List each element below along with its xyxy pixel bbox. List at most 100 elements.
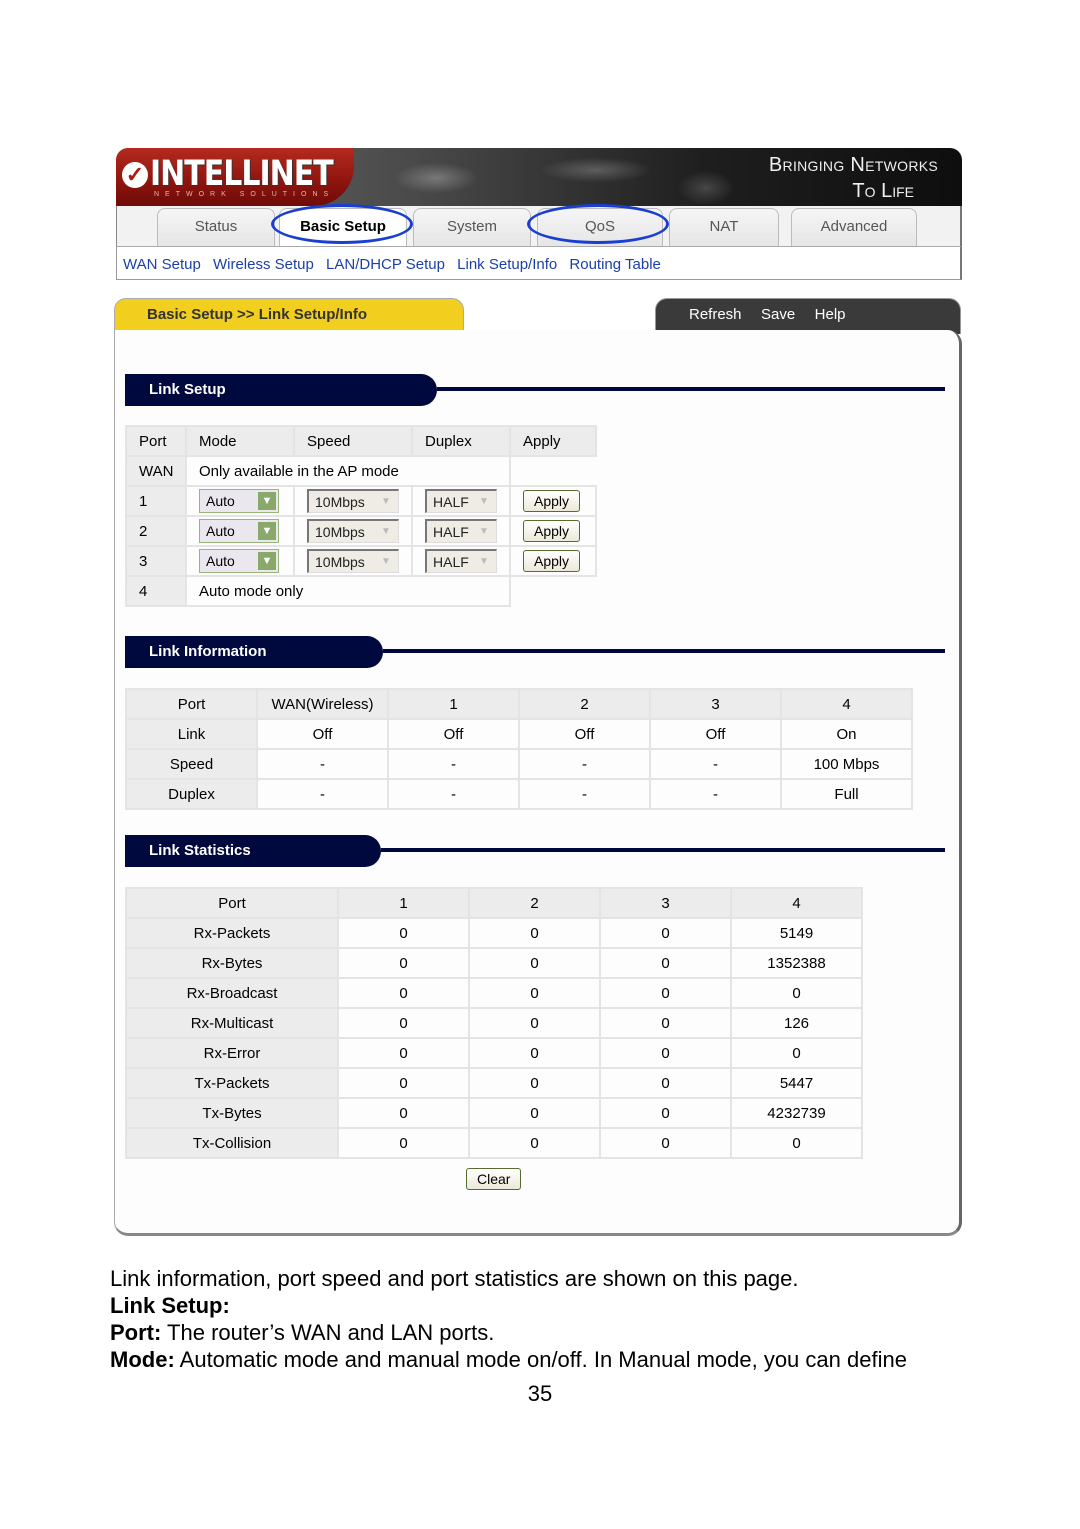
- mode-select[interactable]: Auto ▼: [199, 519, 279, 543]
- tagline-line2: To Life: [852, 180, 914, 202]
- subnav-routing-table[interactable]: Routing Table: [569, 256, 660, 273]
- subnav-wireless-setup[interactable]: Wireless Setup: [213, 256, 314, 273]
- note-cell: Auto mode only: [185, 575, 511, 607]
- mode-select[interactable]: Auto ▼: [199, 489, 279, 513]
- value-cell: Off: [256, 718, 389, 750]
- intro-paragraph: Link information, port speed and port st…: [110, 1266, 799, 1291]
- section-title: Link Information: [125, 636, 383, 668]
- value-cell: Off: [387, 718, 520, 750]
- subnav-wan-setup[interactable]: WAN Setup: [123, 256, 201, 273]
- speed-value: 10Mbps: [315, 494, 365, 510]
- apply-button[interactable]: Apply: [523, 490, 581, 512]
- tab-system[interactable]: System: [413, 208, 531, 246]
- logo: ✓ INTELLINET NETWORK SOLUTIONS: [116, 148, 354, 206]
- mode-description: Mode: Automatic mode and manual mode on/…: [110, 1347, 907, 1373]
- value-cell: 5447: [730, 1067, 863, 1099]
- value-cell: 0: [599, 1127, 732, 1159]
- save-button[interactable]: Save: [761, 306, 795, 323]
- apply-button[interactable]: Apply: [523, 520, 581, 542]
- value-cell: -: [649, 748, 782, 780]
- tab-advanced[interactable]: Advanced: [791, 208, 917, 246]
- duplex-value: HALF: [433, 554, 469, 570]
- value-cell: 0: [337, 1127, 470, 1159]
- header-cell: 2: [468, 887, 601, 919]
- value-cell: -: [518, 748, 651, 780]
- table-row: Link Off Off Off Off On: [125, 718, 913, 750]
- mode-select[interactable]: Auto ▼: [199, 549, 279, 573]
- chevron-down-icon: ▼: [479, 526, 489, 537]
- value-cell: 0: [468, 1127, 601, 1159]
- header-apply: Apply: [509, 425, 597, 457]
- chevron-down-icon: ▼: [381, 496, 391, 507]
- tab-nat[interactable]: NAT: [669, 208, 779, 246]
- value-cell: -: [387, 748, 520, 780]
- value-cell: 0: [337, 917, 470, 949]
- section-heading: Link Setup:: [110, 1293, 230, 1319]
- table-row: Rx-Bytes 0 0 0 1352388: [125, 947, 863, 979]
- value-cell: Full: [780, 778, 913, 810]
- help-button[interactable]: Help: [815, 306, 846, 323]
- speed-value: 10Mbps: [315, 524, 365, 540]
- mode-value: Auto: [206, 523, 235, 539]
- world-map-graphic: [346, 148, 786, 206]
- table-row: Rx-Multicast 0 0 0 126: [125, 1007, 863, 1039]
- refresh-button[interactable]: Refresh: [689, 306, 742, 323]
- value-cell: 5149: [730, 917, 863, 949]
- clear-button[interactable]: Clear: [466, 1168, 522, 1190]
- chevron-down-icon: ▼: [258, 492, 276, 510]
- tab-basic-setup[interactable]: Basic Setup: [279, 208, 407, 246]
- table-row: Tx-Bytes 0 0 0 4232739: [125, 1097, 863, 1129]
- header-cell: 3: [649, 688, 782, 720]
- term-port: Port:: [110, 1320, 162, 1345]
- header-cell: 4: [780, 688, 913, 720]
- table-row: 2 Auto ▼ 10Mbps ▼ HALF ▼ Apply: [125, 515, 597, 547]
- header-banner: ✓ INTELLINET NETWORK SOLUTIONS Bringing …: [116, 148, 962, 206]
- header-cell: 1: [387, 688, 520, 720]
- header-cell: WAN(Wireless): [256, 688, 389, 720]
- row-label: Link: [125, 718, 258, 750]
- value-cell: 0: [337, 1097, 470, 1129]
- chevron-down-icon: ▼: [381, 526, 391, 537]
- tab-status[interactable]: Status: [157, 208, 275, 246]
- row-label: Rx-Packets: [125, 917, 339, 949]
- duplex-select: HALF ▼: [425, 519, 497, 543]
- value-cell: 0: [337, 1067, 470, 1099]
- row-label: Tx-Packets: [125, 1067, 339, 1099]
- value-cell: 0: [599, 1037, 732, 1069]
- subnav-lan-dhcp-setup[interactable]: LAN/DHCP Setup: [326, 256, 445, 273]
- table-header-row: Port WAN(Wireless) 1 2 3 4: [125, 688, 913, 720]
- value-cell: -: [256, 748, 389, 780]
- empty-cell: [510, 456, 596, 486]
- table-row: Tx-Packets 0 0 0 5447: [125, 1067, 863, 1099]
- chevron-down-icon: ▼: [258, 552, 276, 570]
- chevron-down-icon: ▼: [258, 522, 276, 540]
- value-cell: 0: [599, 917, 732, 949]
- value-cell: 0: [337, 1037, 470, 1069]
- duplex-value: HALF: [433, 494, 469, 510]
- speed-select: 10Mbps ▼: [307, 519, 399, 543]
- link-information-table: Port WAN(Wireless) 1 2 3 4 Link Off Off Off Off On S…: [125, 688, 913, 810]
- chevron-down-icon: ▼: [479, 556, 489, 567]
- breadcrumb: Basic Setup >> Link Setup/Info: [114, 298, 464, 334]
- value-cell: -: [256, 778, 389, 810]
- empty-cell: [510, 576, 596, 606]
- value-cell: 0: [599, 1007, 732, 1039]
- note-cell: Only available in the AP mode: [185, 455, 511, 487]
- tab-qos[interactable]: QoS: [537, 208, 663, 246]
- section-header-link-setup: Link Setup: [125, 374, 945, 406]
- row-label: Duplex: [125, 778, 258, 810]
- header-cell: Port: [125, 688, 258, 720]
- checkmark-icon: ✓: [122, 162, 148, 188]
- header-cell: 1: [337, 887, 470, 919]
- action-bar: Refresh Save Help: [655, 298, 961, 334]
- value-cell: 0: [599, 1097, 732, 1129]
- header-cell: 3: [599, 887, 732, 919]
- table-row: Tx-Collision 0 0 0 0: [125, 1127, 863, 1159]
- apply-button[interactable]: Apply: [523, 550, 581, 572]
- table-row: 3 Auto ▼ 10Mbps ▼ HALF ▼ Apply: [125, 545, 597, 577]
- row-label: Rx-Multicast: [125, 1007, 339, 1039]
- value-cell: 0: [730, 1127, 863, 1159]
- port-cell: 3: [125, 545, 187, 577]
- subnav-link-setup-info[interactable]: Link Setup/Info: [457, 256, 557, 273]
- value-cell: 0: [599, 947, 732, 979]
